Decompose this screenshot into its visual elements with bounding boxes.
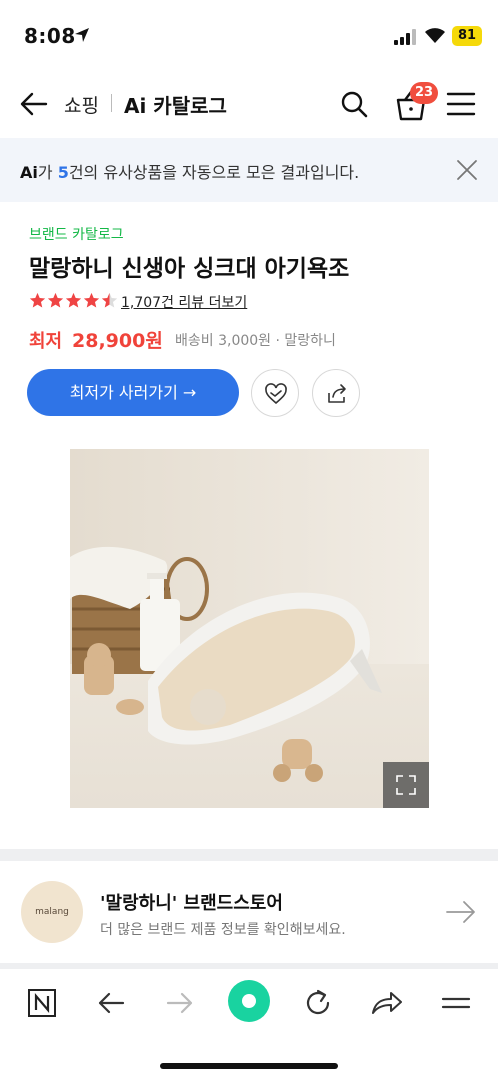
brand-store-subtitle: 더 많은 브랜드 제품 정보를 확인해보세요. — [100, 922, 346, 938]
arrow-right-icon — [446, 901, 475, 923]
close-icon[interactable] — [455, 158, 479, 182]
star-icon — [29, 292, 46, 308]
fullscreen-icon — [396, 775, 416, 795]
brand-store-card[interactable]: malang honey '말랑하니' 브랜드스토어 더 많은 브랜드 제품 정… — [0, 861, 498, 979]
heart-icon — [265, 383, 287, 405]
browser-menu-icon[interactable] — [436, 983, 476, 1023]
share-button[interactable] — [312, 369, 360, 417]
lowest-price-value: 28,900원 — [72, 330, 163, 352]
banner-text: Ai가 5건의 유사상품을 자동으로 모은 결과입니다. — [20, 163, 360, 182]
back-arrow-icon[interactable] — [18, 88, 50, 120]
expand-image-button[interactable] — [383, 762, 429, 808]
half-star-icon — [101, 292, 118, 308]
buy-lowest-price-button[interactable]: 최저가 사러가기 → — [27, 369, 239, 416]
naver-green-dot-icon[interactable] — [227, 979, 271, 1023]
product-image[interactable] — [70, 449, 429, 808]
star-icon — [47, 292, 64, 308]
naver-logo-icon[interactable] — [22, 983, 62, 1023]
share-page-icon[interactable] — [367, 983, 407, 1023]
similar-products-banner: Ai가 5건의 유사상품을 자동으로 모은 결과입니다. — [0, 138, 498, 202]
location-arrow-icon — [75, 28, 89, 42]
search-icon[interactable] — [338, 88, 370, 120]
browser-toolbar — [0, 969, 498, 1039]
share-icon — [328, 384, 346, 403]
brand-store-title: '말랑하니' 브랜드스토어 — [100, 893, 283, 914]
wifi-icon — [425, 28, 445, 43]
breadcrumb-divider — [111, 94, 112, 112]
star-icon — [83, 292, 100, 308]
app-header: 쇼핑 Ai 카탈로그 23 — [0, 78, 498, 130]
baby-bathtub-photo — [70, 449, 429, 808]
wishlist-button[interactable] — [251, 369, 299, 417]
browser-forward-icon[interactable] — [160, 983, 200, 1023]
brand-logo: malang honey — [21, 881, 83, 979]
cart-count-badge: 23 — [410, 82, 439, 104]
signal-icon — [394, 29, 418, 45]
browser-back-icon[interactable] — [91, 983, 131, 1023]
refresh-icon[interactable] — [298, 983, 338, 1023]
lowest-price-label: 최저 — [29, 331, 63, 352]
breadcrumb-ai-catalog[interactable]: Ai 카탈로그 — [124, 90, 227, 119]
breadcrumb-shopping[interactable]: 쇼핑 — [64, 91, 99, 118]
brand-catalog-link[interactable]: 브랜드 카탈로그 — [29, 224, 124, 244]
home-indicator — [160, 1063, 338, 1069]
shipping-info: 배송비 3,000원 · 말랑하니 — [175, 333, 336, 349]
status-time: 8:08 — [24, 24, 76, 48]
product-title: 말랑하니 신생아 싱크대 아기욕조 — [29, 256, 350, 282]
star-icon — [65, 292, 82, 308]
review-link[interactable]: 1,707건 리뷰 더보기 — [121, 292, 247, 312]
section-divider — [0, 849, 498, 861]
battery-indicator: 81 — [452, 26, 482, 46]
rating-stars — [29, 292, 119, 310]
menu-icon[interactable] — [446, 90, 476, 118]
status-bar: 8:08 81 — [0, 0, 498, 70]
